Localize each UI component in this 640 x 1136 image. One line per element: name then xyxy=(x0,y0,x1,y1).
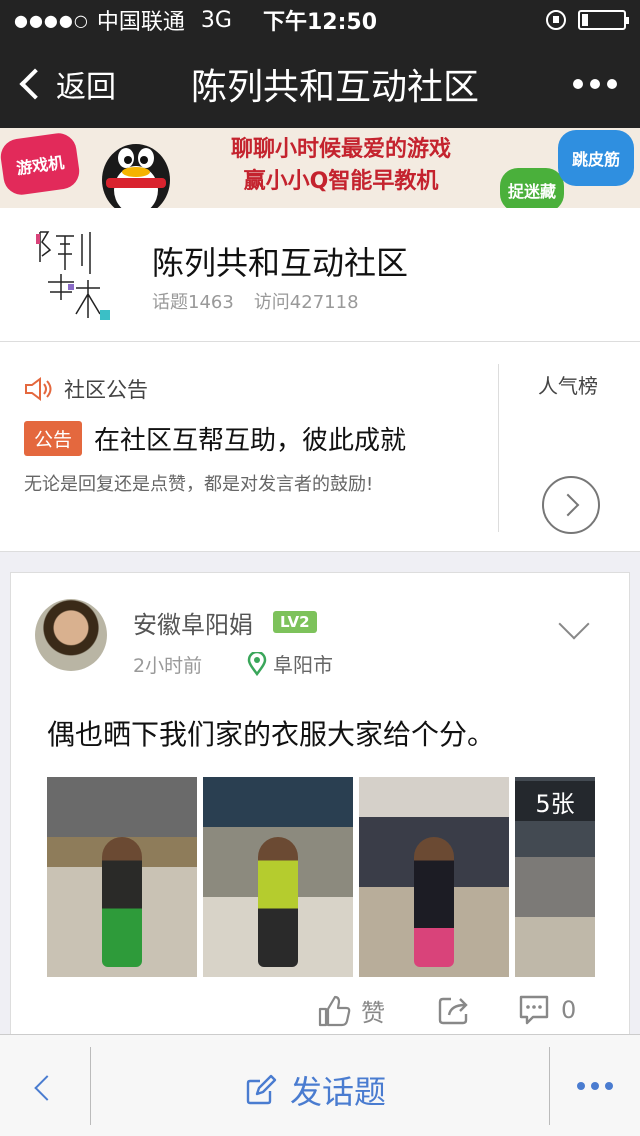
dot-icon xyxy=(590,79,600,89)
divider xyxy=(498,364,499,532)
chevron-right-icon xyxy=(556,493,580,517)
penguin-mascot-icon xyxy=(102,144,170,208)
banner-line-2: 赢小小Q智能早教机 xyxy=(243,169,439,194)
post-photo[interactable] xyxy=(47,777,197,977)
edit-icon xyxy=(246,1074,277,1105)
thumbs-up-icon xyxy=(318,995,351,1026)
share-icon xyxy=(438,997,468,1025)
notice-item[interactable]: 公告 在社区互帮互助，彼此成就 xyxy=(24,420,406,457)
photo-figure xyxy=(102,837,142,967)
comment-button[interactable]: 0 xyxy=(517,993,576,1027)
notice-tag: 公告 xyxy=(24,421,83,456)
post-content: 偶也晒下我们家的衣服大家给个分。 xyxy=(47,718,496,751)
chevron-left-icon xyxy=(34,1075,60,1101)
battery-icon xyxy=(578,10,629,30)
like-button[interactable]: 赞 xyxy=(317,993,385,1028)
status-bar: ●●●●○ 中国联通 3G 下午12:50 xyxy=(0,0,640,40)
battery-level xyxy=(582,14,588,26)
notice-headline: 在社区互帮互助，彼此成就 xyxy=(94,426,407,456)
toolbar-more-button[interactable] xyxy=(550,1035,640,1136)
banner-bubble-right: 跳皮筋 xyxy=(558,130,634,186)
photo-strip: 5张 xyxy=(47,777,595,977)
post-photo[interactable] xyxy=(359,777,509,977)
community-notice: 社区公告 公告 在社区互帮互助，彼此成就 无论是回复还是点赞，都是对发言者的鼓励… xyxy=(0,342,640,552)
dot-icon xyxy=(607,79,617,89)
post-photo[interactable] xyxy=(203,777,353,977)
post-topic-label: 发话题 xyxy=(290,1073,387,1111)
banner-bubble-left: 游戏机 xyxy=(0,130,82,198)
photo-figure xyxy=(414,837,454,967)
dot-icon xyxy=(605,1082,613,1090)
carrier-name: 中国联通 xyxy=(96,10,185,35)
location-pin-icon xyxy=(247,651,267,676)
visit-count: 访问427118 xyxy=(253,292,359,313)
photo-figure xyxy=(258,837,298,967)
toolbar-back-button[interactable] xyxy=(0,1035,90,1136)
avatar[interactable] xyxy=(35,599,107,671)
community-header: 陈列共和互动社区 话题1463 访问427118 xyxy=(0,208,640,342)
comment-icon xyxy=(519,995,549,1025)
signal-strength: ●●●●○ xyxy=(14,10,89,30)
chevron-down-icon[interactable] xyxy=(558,608,590,640)
back-label: 返回 xyxy=(56,70,116,105)
back-button[interactable]: 返回 xyxy=(0,40,150,128)
rotation-lock-icon xyxy=(546,10,566,30)
community-name: 陈列共和互动社区 xyxy=(152,244,409,282)
dot-icon xyxy=(573,79,583,89)
speaker-icon xyxy=(25,377,52,401)
post-card[interactable]: 安徽阜阳娟 LV2 2小时前 阜阳市 偶也晒下我们家的衣服大家给个分。 5张 赞 xyxy=(10,572,630,1042)
dot-icon xyxy=(577,1082,585,1090)
bottom-toolbar: 发话题 xyxy=(0,1034,640,1136)
topic-count: 话题1463 xyxy=(152,292,234,313)
post-author[interactable]: 安徽阜阳娟 xyxy=(133,605,253,640)
nav-bar: 返回 陈列共和互动社区 xyxy=(0,40,640,128)
location-label: 阜阳市 xyxy=(273,653,333,677)
notice-header: 社区公告 xyxy=(24,374,148,404)
notice-section-label: 社区公告 xyxy=(64,378,148,402)
banner-line-1: 聊聊小时候最爱的游戏 xyxy=(230,137,451,162)
ranking-arrow-button[interactable] xyxy=(542,476,600,534)
like-label: 赞 xyxy=(361,999,385,1027)
network-type: 3G xyxy=(200,7,232,33)
divider xyxy=(90,1047,91,1125)
banner-bubble-bottom: 捉迷藏 xyxy=(500,168,564,208)
banner-text: 聊聊小时候最爱的游戏 赢小小Q智能早教机 xyxy=(186,134,496,198)
post-photo[interactable]: 5张 xyxy=(515,777,595,977)
community-stats: 话题1463 访问427118 xyxy=(152,288,359,314)
chevron-left-icon xyxy=(19,68,51,100)
photo-count-badge: 5张 xyxy=(515,781,595,821)
share-button[interactable] xyxy=(437,993,481,1027)
page-title: 陈列共和互动社区 xyxy=(190,67,479,108)
post-actions: 赞 0 xyxy=(11,993,631,1037)
comment-count: 0 xyxy=(561,996,577,1024)
dot-icon xyxy=(591,1082,599,1090)
post-location: 阜阳市 xyxy=(247,649,333,678)
promo-banner[interactable]: 游戏机 聊聊小时候最爱的游戏 赢小小Q智能早教机 捉迷藏 跳皮筋 xyxy=(0,128,640,208)
notice-description: 无论是回复还是点赞，都是对发言者的鼓励! xyxy=(24,474,374,495)
post-time: 2小时前 xyxy=(133,655,203,677)
community-logo xyxy=(36,231,110,320)
popularity-ranking-link[interactable]: 人气榜 xyxy=(538,370,598,399)
level-badge: LV2 xyxy=(273,611,317,633)
more-options-button[interactable] xyxy=(550,40,640,128)
post-topic-button[interactable]: 发话题 xyxy=(244,1067,386,1113)
